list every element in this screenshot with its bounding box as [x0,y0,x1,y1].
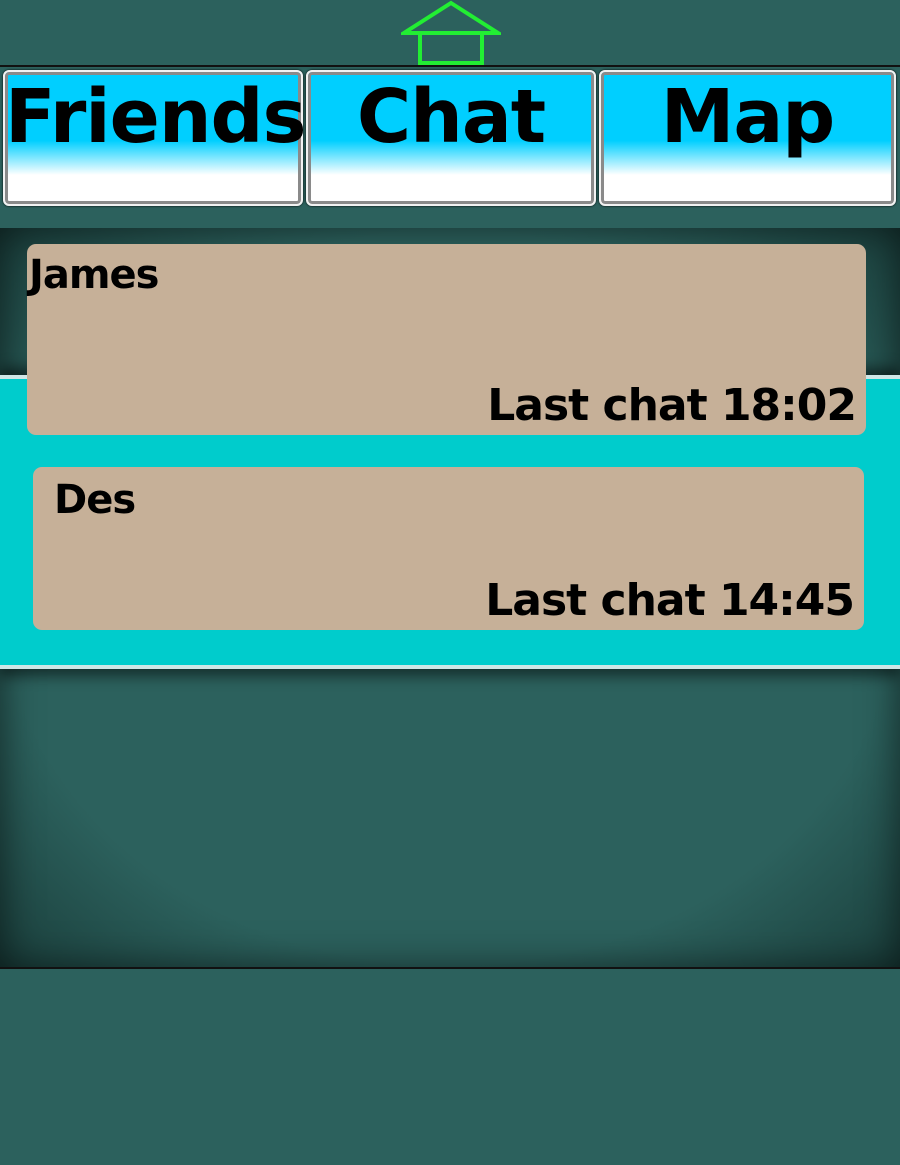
tab-chat[interactable]: Chat [306,70,596,206]
tab-map[interactable]: Map [599,70,896,206]
tab-friends-label: Friends [5,74,307,160]
last-chat-time: Last chat 18:02 [487,380,857,431]
tab-friends[interactable]: Friends [3,70,307,206]
friend-card-des[interactable]: Des Last chat 14:45 [33,467,864,630]
home-icon[interactable] [397,0,505,66]
last-chat-time: Last chat 14:45 [485,575,855,626]
home-icon-graphic [397,0,505,65]
tab-map-label: Map [660,74,836,160]
friend-name: Des [54,477,136,523]
tab-chat-label: Chat [356,74,546,160]
friend-name: James [29,252,159,298]
app-screen: Friends Chat Map James Last chat 18:02 D… [0,0,900,1165]
friend-card-james[interactable]: James Last chat 18:02 [27,244,866,435]
tab-strip-divider [0,65,900,67]
bottom-divider [0,967,900,969]
